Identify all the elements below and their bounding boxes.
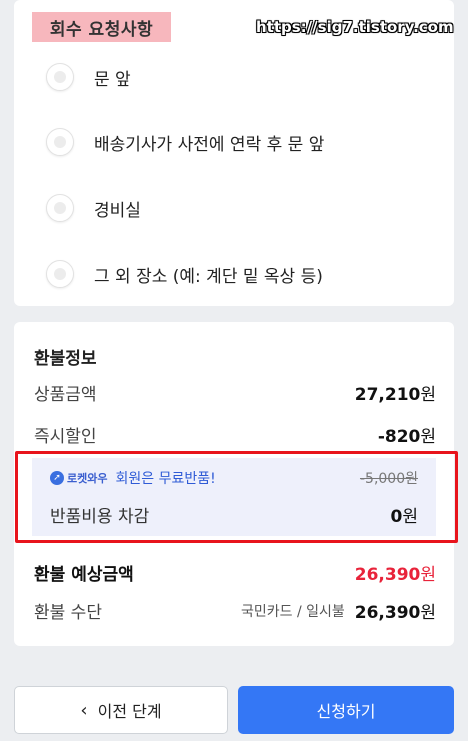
refund-method-card: 국민카드 / 일시불 bbox=[240, 603, 345, 620]
radio-dot-icon bbox=[54, 268, 66, 280]
radio-dot-icon bbox=[54, 136, 66, 148]
refund-info-card: 환불정보 상품금액 27,210원 즉시할인 -820원 ➚ 로켓와우 회원은 … bbox=[14, 322, 454, 646]
pickup-option-label: 문 앞 bbox=[94, 69, 131, 90]
product-amount-label: 상품금액 bbox=[34, 385, 97, 405]
prev-step-label: 이전 단계 bbox=[97, 702, 162, 721]
pickup-option-courier-call[interactable]: 배송기사가 사전에 연락 후 문 앞 bbox=[46, 127, 324, 157]
instant-discount-value: -820원 bbox=[377, 427, 436, 447]
pickup-option-label: 그 외 장소 (예: 계단 밑 옥상 등) bbox=[94, 266, 323, 287]
rocket-wow-icon: ➚ bbox=[50, 471, 64, 485]
product-amount-value: 27,210원 bbox=[354, 385, 436, 405]
pickup-option-front-door[interactable]: 문 앞 bbox=[46, 62, 131, 92]
pickup-option-label: 배송기사가 사전에 연락 후 문 앞 bbox=[94, 134, 325, 155]
promo-header: ➚ 로켓와우 회원은 무료반품! -5,000원 bbox=[50, 468, 418, 488]
pickup-request-card: 회수 요청사항 문 앞 배송기사가 사전에 연락 후 문 앞 경비실 그 외 장… bbox=[14, 0, 454, 306]
radio-button[interactable] bbox=[46, 260, 74, 288]
apply-button[interactable]: 신청하기 bbox=[238, 686, 454, 734]
promo-message: 회원은 무료반품! bbox=[115, 471, 216, 487]
return-fee-value: 0원 bbox=[390, 507, 418, 527]
pickup-option-label: 경비실 bbox=[94, 200, 141, 221]
chevron-left-icon: ‹ bbox=[80, 699, 88, 721]
refund-method-label: 환불 수단 bbox=[34, 603, 102, 623]
radio-dot-icon bbox=[54, 71, 66, 83]
instant-discount-label: 즉시할인 bbox=[34, 427, 97, 447]
pickup-option-security-office[interactable]: 경비실 bbox=[46, 193, 141, 223]
expected-refund-value: 26,390원 bbox=[354, 565, 436, 585]
refund-info-title: 환불정보 bbox=[34, 349, 97, 369]
watermark-text: https://sig7.tistory.com bbox=[256, 18, 454, 36]
expected-refund-row: 환불 예상금액 26,390원 bbox=[34, 560, 436, 585]
radio-button[interactable] bbox=[46, 63, 74, 91]
instant-discount-row: 즉시할인 -820원 bbox=[34, 422, 436, 447]
refund-method-row: 환불 수단 국민카드 / 일시불 26,390원 bbox=[34, 598, 436, 623]
pickup-request-title: 회수 요청사항 bbox=[32, 12, 171, 42]
radio-dot-icon bbox=[54, 202, 66, 214]
expected-refund-label: 환불 예상금액 bbox=[34, 565, 134, 585]
return-fee-label: 반품비용 차감 bbox=[50, 507, 150, 527]
radio-button[interactable] bbox=[46, 128, 74, 156]
radio-button[interactable] bbox=[46, 194, 74, 222]
refund-method-value: 26,390원 bbox=[354, 603, 436, 623]
rocket-wow-brand: 로켓와우 bbox=[67, 472, 108, 485]
return-fee-row: 반품비용 차감 0원 bbox=[50, 502, 418, 527]
pickup-option-other-place[interactable]: 그 외 장소 (예: 계단 밑 옥상 등) bbox=[46, 259, 323, 289]
apply-label: 신청하기 bbox=[316, 702, 376, 721]
free-return-promo: ➚ 로켓와우 회원은 무료반품! -5,000원 반품비용 차감 0원 bbox=[32, 458, 436, 536]
original-return-fee: -5,000원 bbox=[359, 471, 418, 487]
prev-step-button[interactable]: ‹ 이전 단계 bbox=[14, 686, 228, 734]
product-amount-row: 상품금액 27,210원 bbox=[34, 380, 436, 405]
